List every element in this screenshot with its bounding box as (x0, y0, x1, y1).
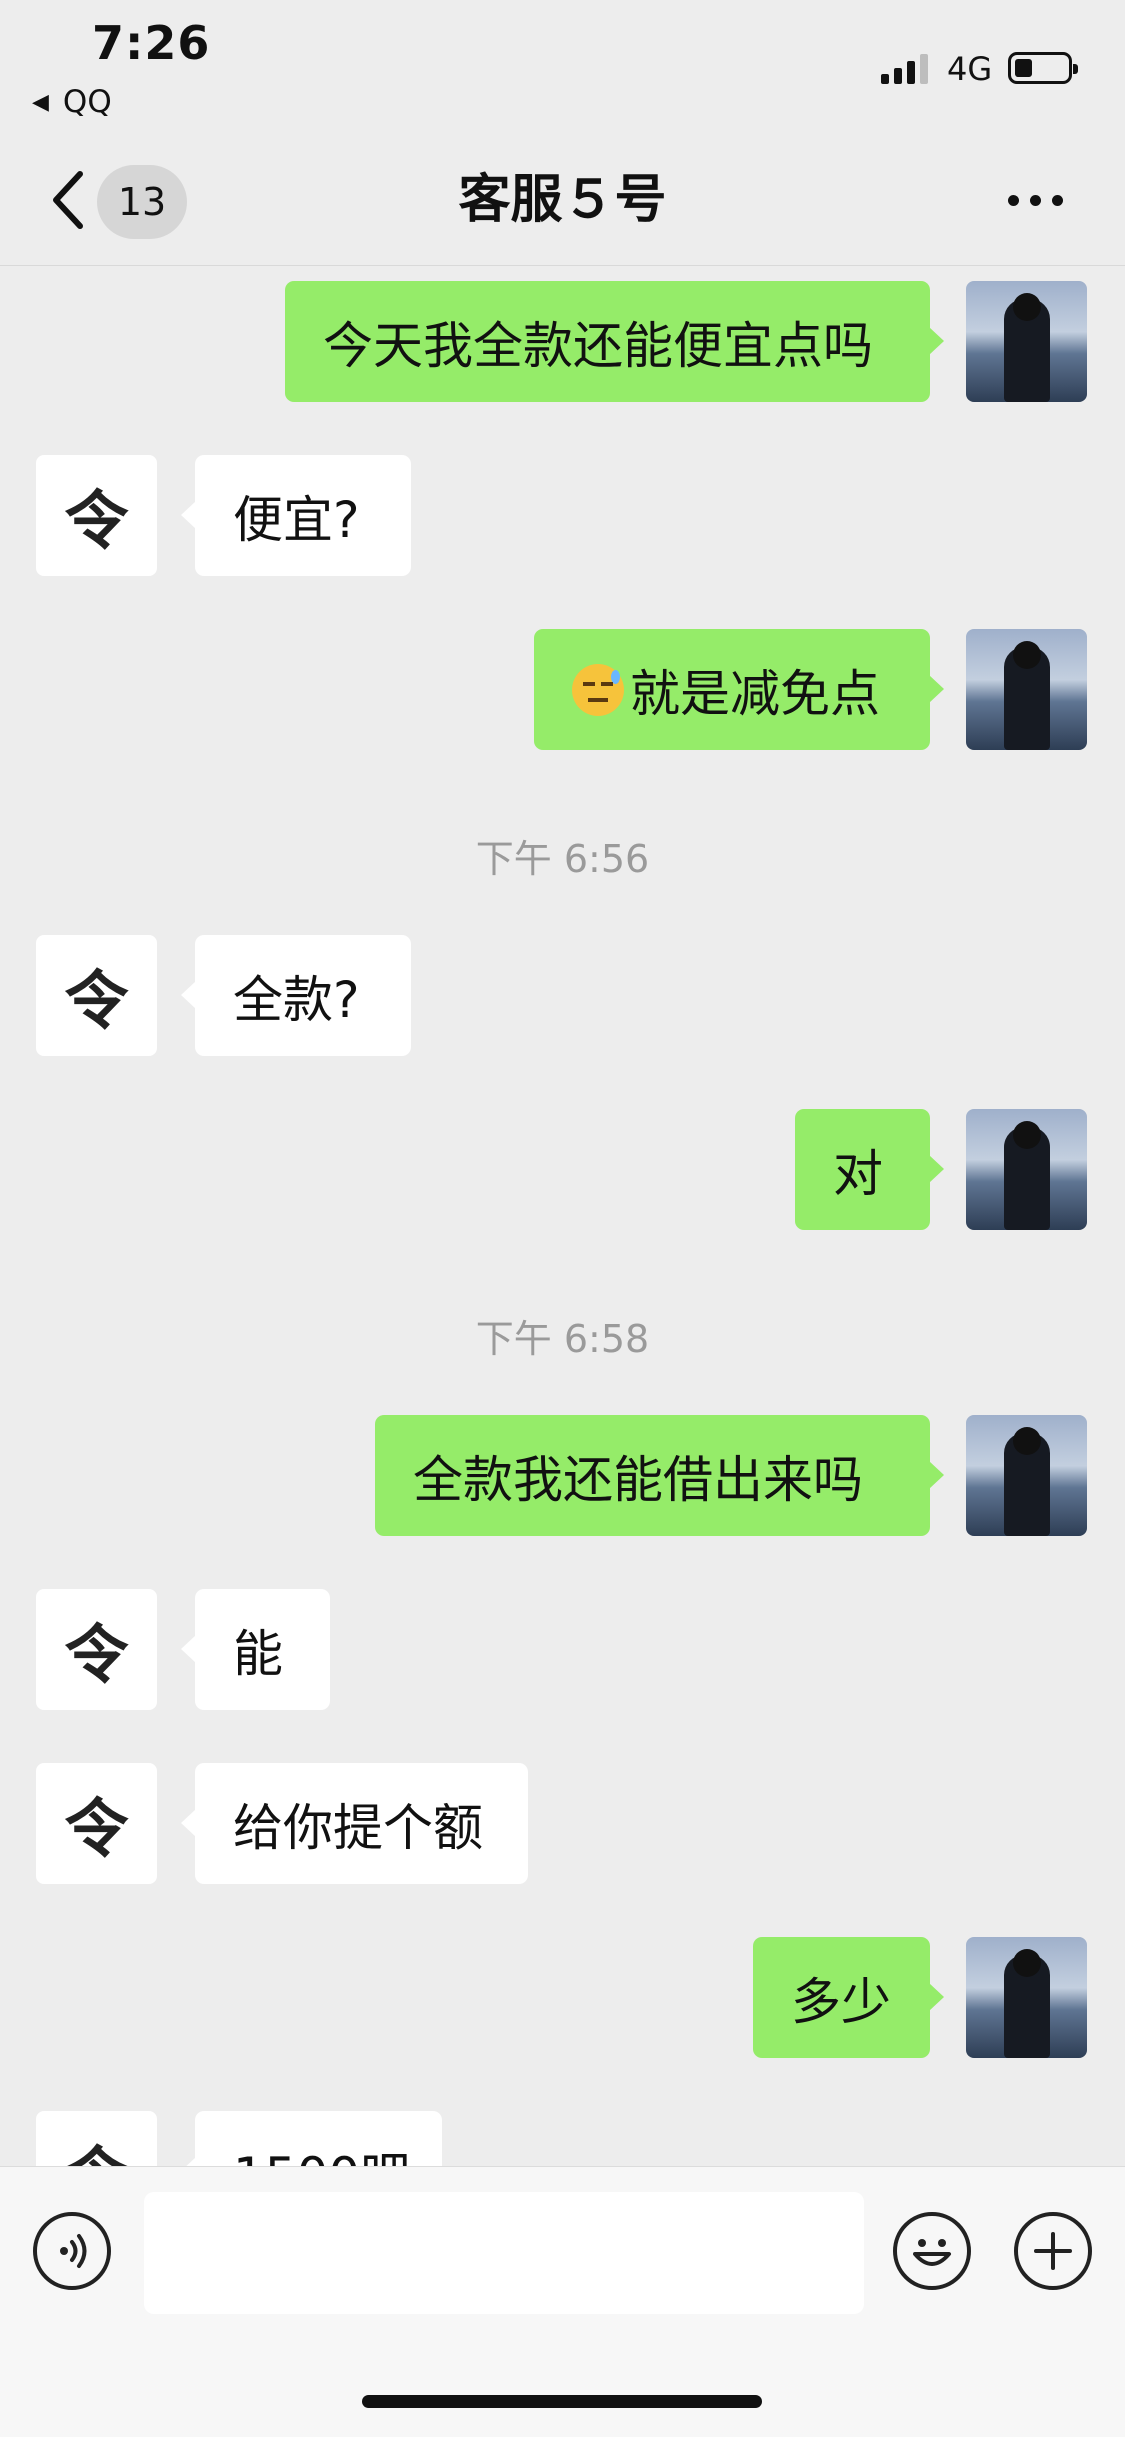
contact-avatar[interactable]: 令 (36, 1589, 157, 1710)
home-indicator (362, 2395, 762, 2408)
chat-title: 客服５号 (458, 170, 667, 230)
signal-icon (881, 54, 928, 84)
message-text: 对 (833, 1144, 883, 1203)
message-bubble-sent[interactable]: 多少 (753, 1937, 944, 2058)
battery-icon (1008, 52, 1078, 84)
timestamp-divider: 下午 6:58 (475, 1317, 650, 1361)
message-bubble-sent[interactable]: 对 (795, 1109, 944, 1230)
contact-avatar[interactable]: 令 (36, 1763, 157, 1884)
more-icon[interactable] (1008, 195, 1072, 211)
voice-icon[interactable] (33, 2212, 111, 2290)
message-bubble-received[interactable]: 全款? (181, 935, 411, 1056)
status-time: 7:26 (92, 16, 211, 70)
network-type: 4G (947, 50, 993, 88)
contact-avatar[interactable]: 令 (36, 935, 157, 1056)
avatar-glyph: 令 (64, 963, 129, 1039)
back-triangle-icon: ◀ (32, 89, 49, 115)
sweat-smile-emoji-icon (572, 663, 624, 716)
my-avatar[interactable] (966, 1109, 1087, 1230)
avatar-glyph: 令 (64, 1791, 129, 1867)
my-avatar[interactable] (966, 629, 1087, 750)
add-icon[interactable] (1014, 2212, 1092, 2290)
message-bubble-received[interactable]: 能 (181, 1589, 330, 1710)
avatar-glyph: 令 (64, 483, 129, 559)
my-avatar[interactable] (966, 1415, 1087, 1536)
input-bar (0, 2166, 1125, 2437)
message-text: 今天我全款还能便宜点吗 (323, 316, 873, 375)
message-text: 1500吧 (233, 2136, 410, 2167)
message-bubble-sent[interactable]: 全款我还能借出来吗 (375, 1415, 944, 1536)
avatar-glyph: 令 (64, 1617, 129, 1693)
message-text: 全款? (233, 970, 360, 1029)
message-bubble-sent[interactable]: 今天我全款还能便宜点吗 (285, 281, 944, 402)
message-text: 便宜? (233, 490, 360, 549)
message-text: 多少 (791, 1972, 891, 2031)
message-bubble-received[interactable]: 1500吧 (181, 2111, 442, 2167)
my-avatar[interactable] (966, 281, 1087, 402)
message-bubble-received[interactable]: 给你提个额 (181, 1763, 528, 1884)
message-text: 给你提个额 (233, 1798, 483, 1857)
message-input[interactable] (144, 2192, 864, 2314)
back-to-app[interactable]: ◀ QQ (32, 84, 112, 120)
avatar-glyph: 令 (36, 2111, 157, 2167)
message-text: 就是减免点 (630, 664, 880, 723)
contact-avatar[interactable]: 令 (36, 2111, 157, 2166)
message-text: 能 (233, 1624, 283, 1683)
message-list[interactable]: 今天我全款还能便宜点吗 令 便宜? 就是减免点 下午 6:56 令 全款? 对 … (0, 266, 1125, 2166)
contact-avatar[interactable]: 令 (36, 455, 157, 576)
status-bar: 7:26 ◀ QQ 4G (0, 0, 1125, 150)
chat-header: 13 客服５号 (0, 150, 1125, 266)
back-app-label: QQ (62, 84, 112, 120)
message-text: 全款我还能借出来吗 (413, 1450, 863, 1509)
emoji-icon[interactable] (893, 2212, 971, 2290)
my-avatar[interactable] (966, 1937, 1087, 2058)
timestamp-divider: 下午 6:56 (475, 837, 650, 881)
message-bubble-sent[interactable]: 就是减免点 (534, 629, 944, 750)
message-bubble-received[interactable]: 便宜? (181, 455, 411, 576)
